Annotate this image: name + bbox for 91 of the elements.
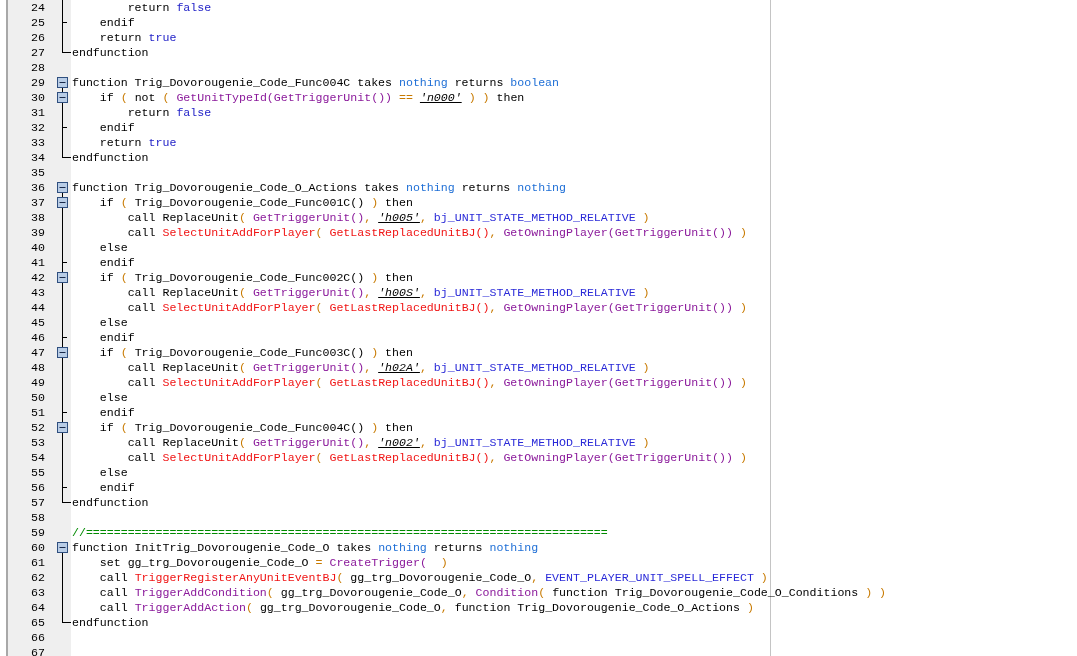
line-number: 66 — [30, 630, 45, 645]
line-number: 40 — [30, 240, 45, 255]
line-number: 54 — [30, 450, 45, 465]
code-line: else — [98, 390, 128, 405]
code-line: call ReplaceUnit( GetTriggerUnit(), 'n002', bj_UNIT_STATE_METHOD_RELATIVE ) — [126, 435, 650, 450]
collapse-icon[interactable] — [57, 92, 68, 103]
code-line: endfunction — [72, 615, 149, 630]
collapse-icon[interactable] — [57, 197, 68, 208]
code-line: endfunction — [72, 150, 149, 165]
code-line: if ( not ( GetUnitTypeId(GetTriggerUnit()) == 'n000' ) ) then — [98, 90, 525, 105]
line-number: 67 — [30, 645, 45, 656]
collapse-icon[interactable] — [57, 542, 68, 553]
line-number: 49 — [30, 375, 45, 390]
line-number: 29 — [30, 75, 45, 90]
line-number: 28 — [30, 60, 45, 75]
code-line: set gg_trg_Dovorougenie_Code_O = CreateTrigger( ) — [98, 555, 448, 570]
line-number: 25 — [30, 15, 45, 30]
collapse-icon[interactable] — [57, 347, 68, 358]
line-number: 61 — [30, 555, 45, 570]
line-number: 44 — [30, 300, 45, 315]
code-line: call SelectUnitAddForPlayer( GetLastReplacedUnitBJ(), GetOwningPlayer(GetTriggerUnit()) ) — [126, 300, 747, 315]
code-line: function Trig_Dovorougenie_Code_O_Actions takes nothing returns nothing — [72, 180, 566, 195]
line-number: 51 — [30, 405, 45, 420]
line-number: 62 — [30, 570, 45, 585]
code-line: endfunction — [72, 45, 149, 60]
code-line: else — [98, 465, 128, 480]
code-line: if ( Trig_Dovorougenie_Code_Func004C() ) then — [98, 420, 413, 435]
line-number: 42 — [30, 270, 45, 285]
code-line: return false — [126, 0, 212, 15]
line-number: 65 — [30, 615, 45, 630]
line-number: 55 — [30, 465, 45, 480]
code-line: call SelectUnitAddForPlayer( GetLastReplacedUnitBJ(), GetOwningPlayer(GetTriggerUnit()) ) — [126, 375, 747, 390]
line-number: 46 — [30, 330, 45, 345]
code-line: endif — [98, 255, 135, 270]
line-number: 24 — [30, 0, 45, 15]
collapse-icon[interactable] — [57, 182, 68, 193]
code-line: //=========================================================================== — [72, 525, 608, 540]
line-number: 43 — [30, 285, 45, 300]
code-line: endif — [98, 405, 135, 420]
line-number: 59 — [30, 525, 45, 540]
collapse-icon[interactable] — [57, 77, 68, 88]
line-number: 60 — [30, 540, 45, 555]
line-number: 47 — [30, 345, 45, 360]
line-number: 27 — [30, 45, 45, 60]
line-number: 39 — [30, 225, 45, 240]
code-line: function InitTrig_Dovorougenie_Code_O takes nothing returns nothing — [72, 540, 539, 555]
code-line: call TriggerAddAction( gg_trg_Dovorougenie_Code_O, function Trig_Dovorougenie_Code_O_Actions ) — [98, 600, 754, 615]
code-line: call SelectUnitAddForPlayer( GetLastReplacedUnitBJ(), GetOwningPlayer(GetTriggerUnit()) ) — [126, 450, 747, 465]
code-line: return true — [98, 30, 177, 45]
line-number: 34 — [30, 150, 45, 165]
line-number: 64 — [30, 600, 45, 615]
line-number: 53 — [30, 435, 45, 450]
line-number: 41 — [30, 255, 45, 270]
code-line: call ReplaceUnit( GetTriggerUnit(), 'h02A', bj_UNIT_STATE_METHOD_RELATIVE ) — [126, 360, 650, 375]
code-line: function Trig_Dovorougenie_Code_Func004C takes nothing returns boolean — [72, 75, 560, 90]
code-line: return true — [98, 135, 177, 150]
collapse-icon[interactable] — [57, 272, 68, 283]
code-line: if ( Trig_Dovorougenie_Code_Func003C() ) then — [98, 345, 413, 360]
line-number: 26 — [30, 30, 45, 45]
code-line: call TriggerAddCondition( gg_trg_Dovorougenie_Code_O, Condition( function Trig_Dovorougenie_Code_O_Conditions ) ) — [98, 585, 887, 600]
code-line: endif — [98, 15, 135, 30]
code-line: else — [98, 240, 128, 255]
line-number: 36 — [30, 180, 45, 195]
line-number: 30 — [30, 90, 45, 105]
code-line: call TriggerRegisterAnyUnitEventBJ( gg_trg_Dovorougenie_Code_O, EVENT_PLAYER_UNIT_SPELL_EFFECT ) — [98, 570, 768, 585]
code-line: if ( Trig_Dovorougenie_Code_Func001C() ) then — [98, 195, 413, 210]
collapse-icon[interactable] — [57, 422, 68, 433]
line-number: 35 — [30, 165, 45, 180]
line-number: 37 — [30, 195, 45, 210]
code-line: else — [98, 315, 128, 330]
code-line: return false — [126, 105, 212, 120]
code-line: endif — [98, 480, 135, 495]
code-line: if ( Trig_Dovorougenie_Code_Func002C() ) then — [98, 270, 413, 285]
line-number: 63 — [30, 585, 45, 600]
line-number: 56 — [30, 480, 45, 495]
code-line: call SelectUnitAddForPlayer( GetLastReplacedUnitBJ(), GetOwningPlayer(GetTriggerUnit()) ) — [126, 225, 747, 240]
code-line: endif — [98, 120, 135, 135]
line-number: 50 — [30, 390, 45, 405]
code-line: call ReplaceUnit( GetTriggerUnit(), 'h005', bj_UNIT_STATE_METHOD_RELATIVE ) — [126, 210, 650, 225]
line-number: 31 — [30, 105, 45, 120]
code-line: endif — [98, 330, 135, 345]
code-line: endfunction — [72, 495, 149, 510]
line-number: 33 — [30, 135, 45, 150]
line-number: 45 — [30, 315, 45, 330]
line-number: 48 — [30, 360, 45, 375]
code-line: call ReplaceUnit( GetTriggerUnit(), 'h00S', bj_UNIT_STATE_METHOD_RELATIVE ) — [126, 285, 650, 300]
line-number: 38 — [30, 210, 45, 225]
line-number: 58 — [30, 510, 45, 525]
line-number: 57 — [30, 495, 45, 510]
line-number: 52 — [30, 420, 45, 435]
line-number: 32 — [30, 120, 45, 135]
